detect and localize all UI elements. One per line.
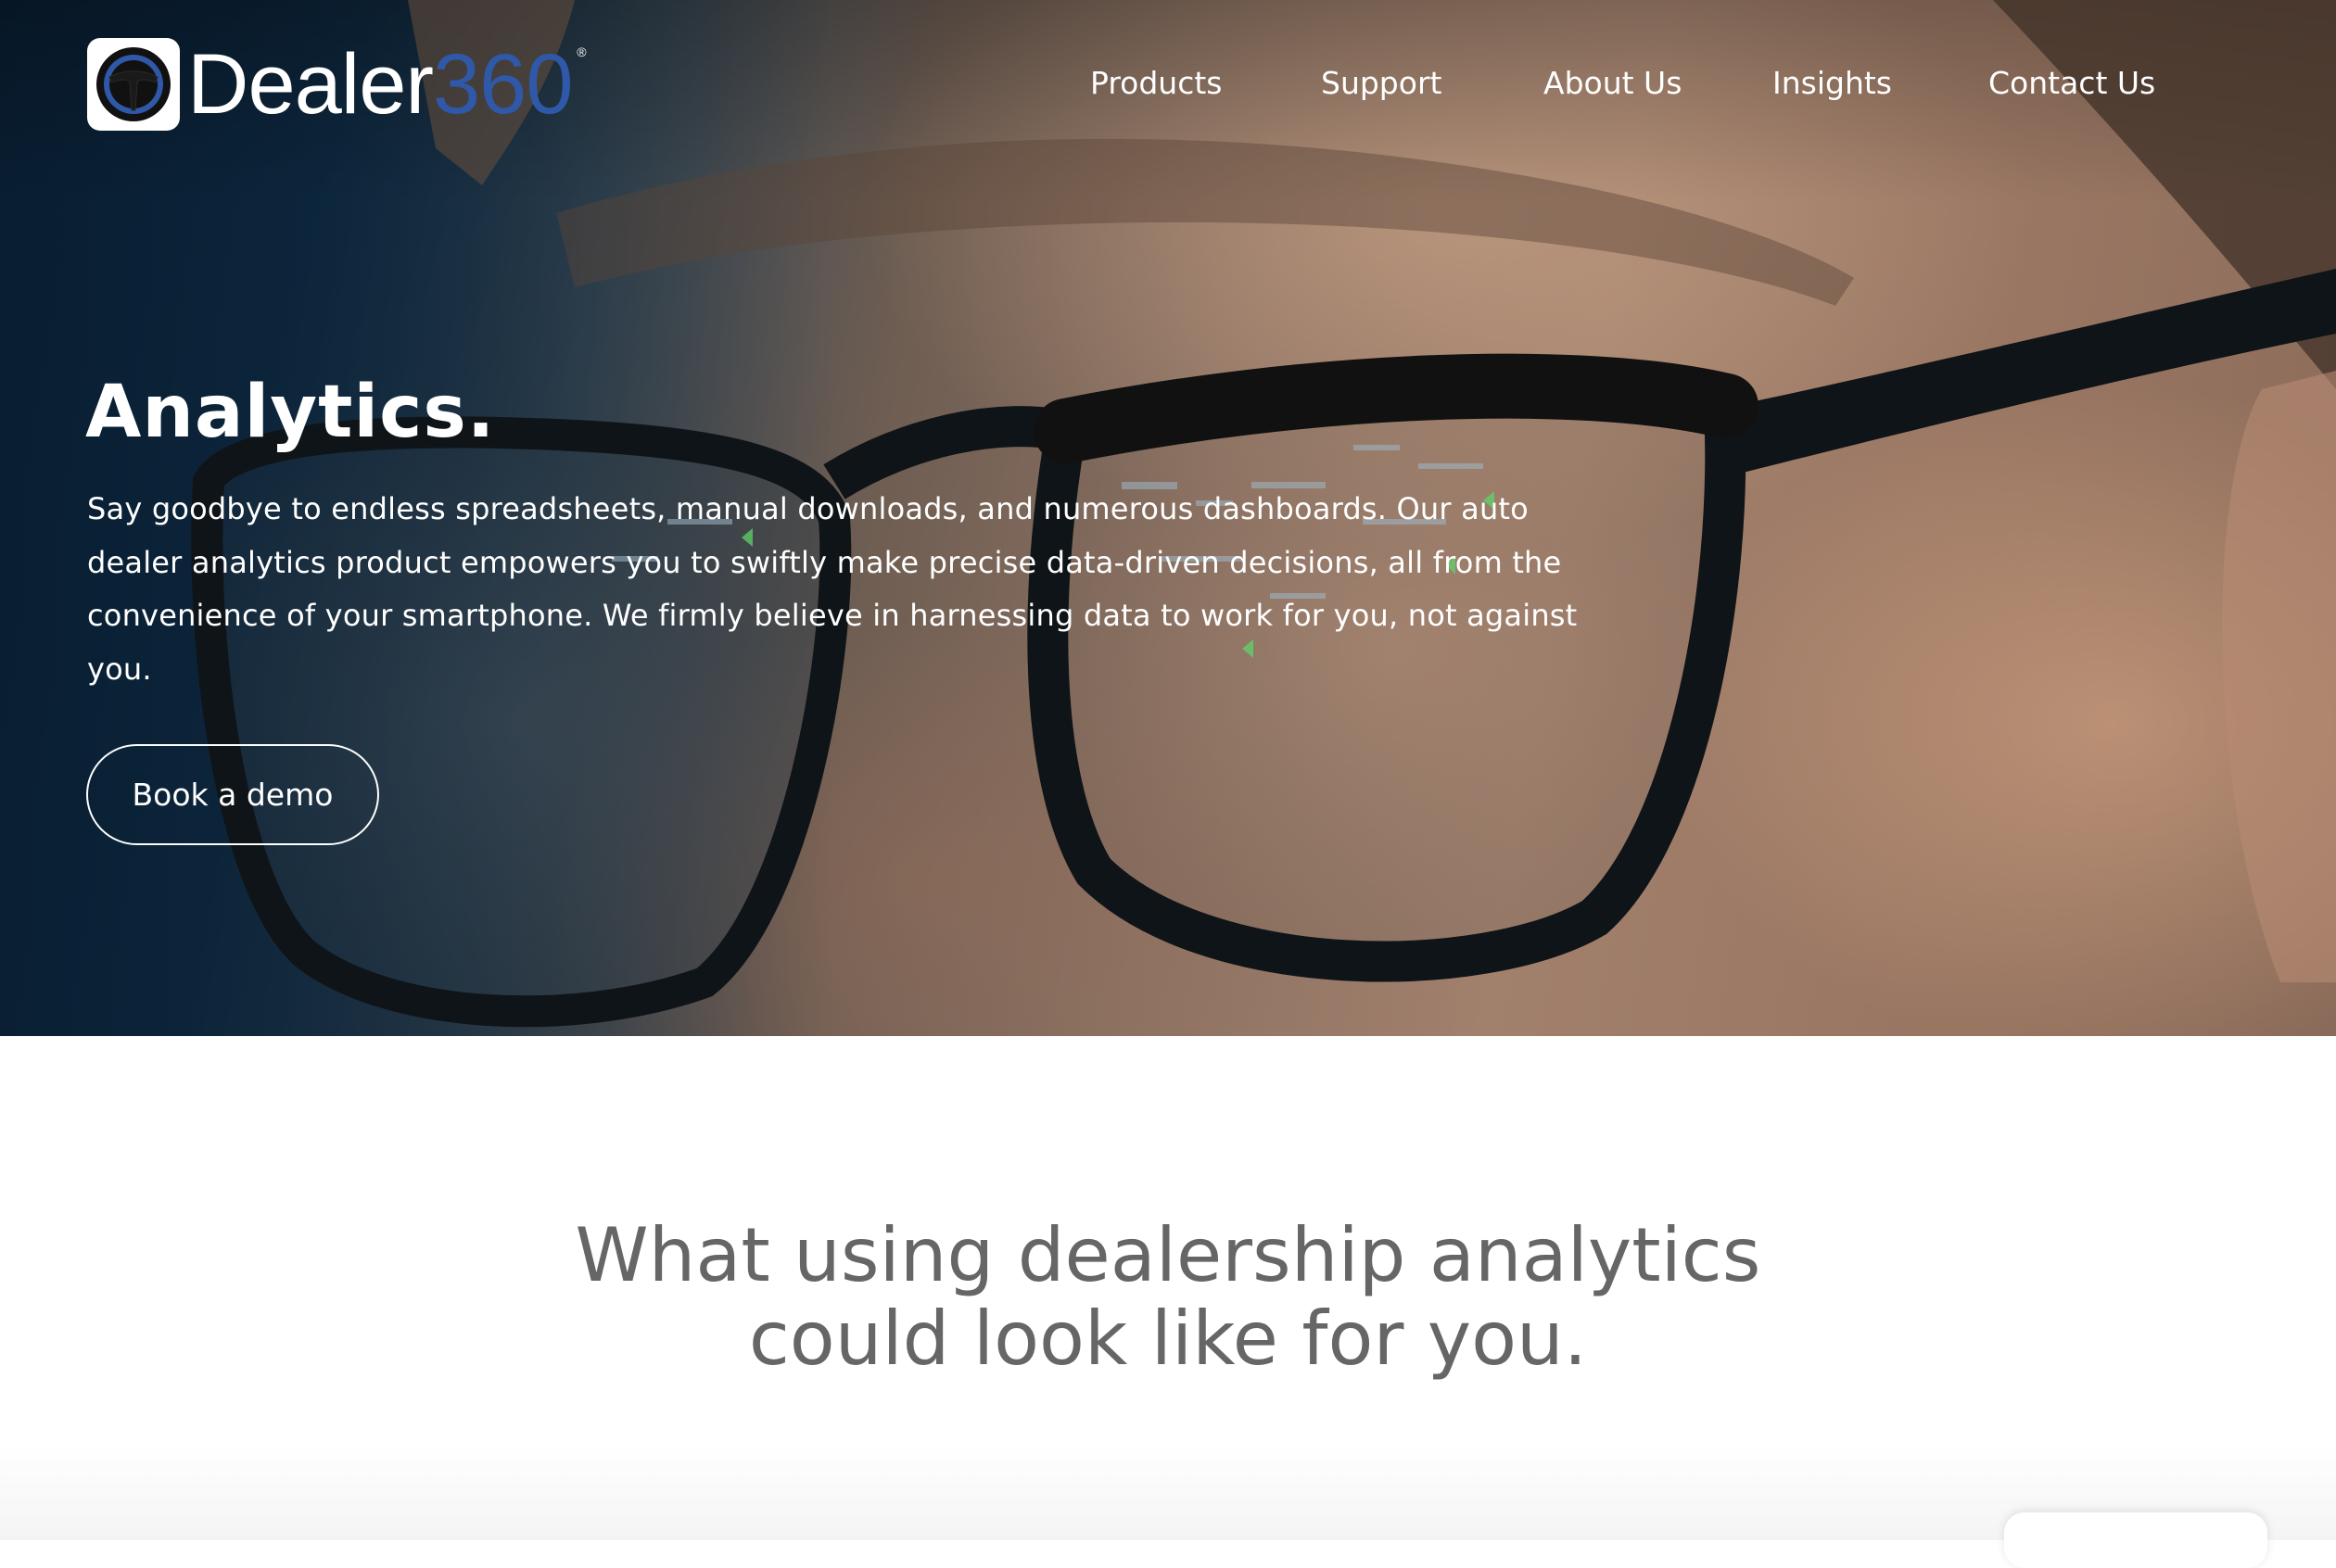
section-heading-line-1: What using dealership analytics [575, 1212, 1761, 1298]
next-section-background [0, 1446, 2336, 1540]
brand-name-number: 360 [433, 37, 573, 132]
main-nav: Products Support About Us Insights Conta… [1038, 56, 2336, 111]
nav-item-products[interactable]: Products [1090, 56, 1223, 111]
hero-title: Analytics. [85, 371, 496, 454]
steering-wheel-icon [87, 38, 180, 131]
site-header: Dealer360 ® Products Support About Us In… [0, 0, 2336, 167]
brand-logo[interactable]: Dealer360 ® [85, 35, 587, 133]
hero-description: Say goodbye to endless spreadsheets, man… [87, 491, 1578, 687]
floating-widget-card[interactable] [2004, 1512, 2267, 1568]
nav-item-contact-us[interactable]: Contact Us [1988, 56, 2155, 111]
nav-item-about-us[interactable]: About Us [1543, 56, 1682, 111]
book-demo-button[interactable]: Book a demo [86, 744, 379, 845]
nav-item-insights[interactable]: Insights [1772, 56, 1892, 111]
nav-item-support[interactable]: Support [1321, 56, 1441, 111]
section-heading-line-2: could look like for you. [748, 1296, 1588, 1382]
registered-mark: ® [577, 44, 586, 59]
section-heading: What using dealership analytics could lo… [0, 1214, 2336, 1381]
brand-name-word: Dealer [187, 37, 434, 132]
